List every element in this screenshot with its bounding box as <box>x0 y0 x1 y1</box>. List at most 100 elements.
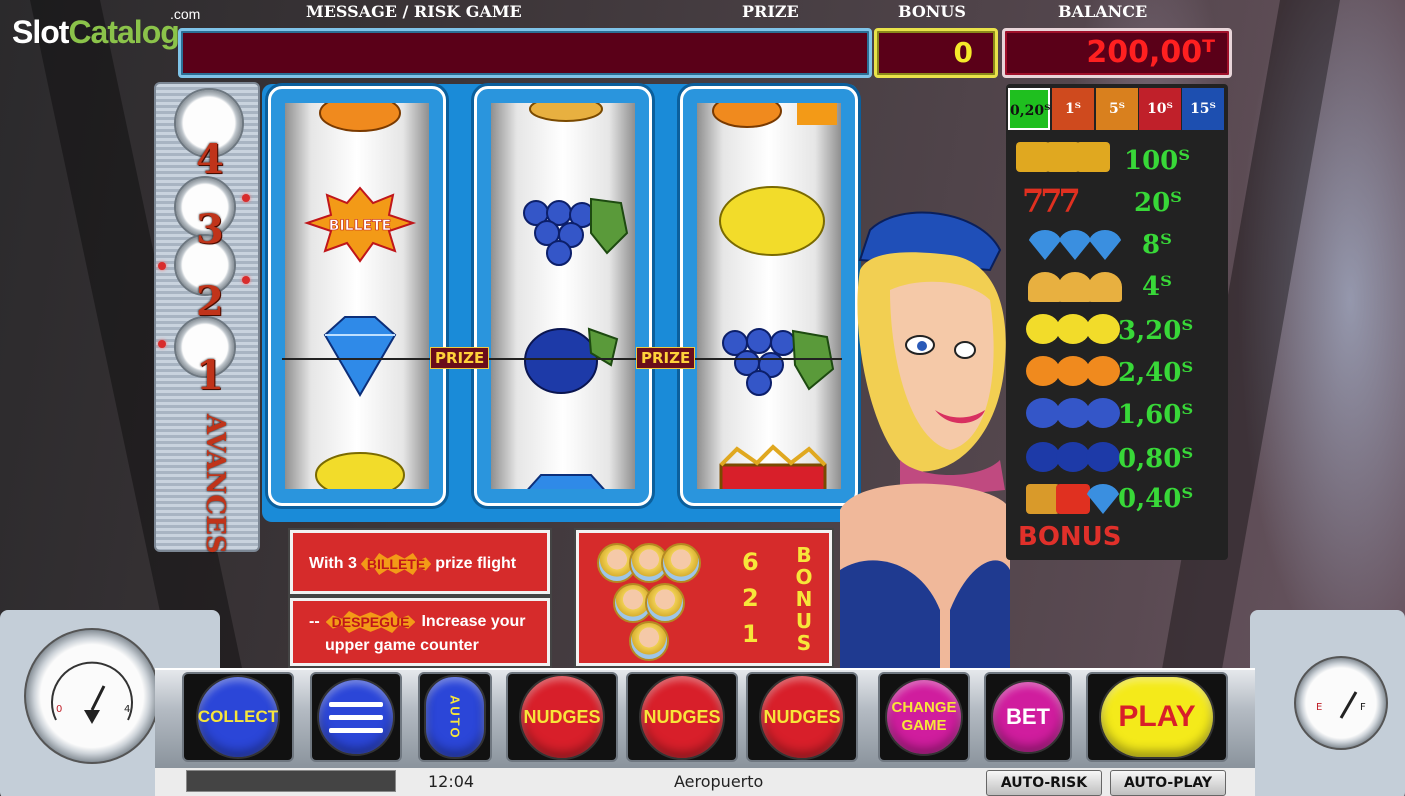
clock-time: 12:04 <box>428 772 475 791</box>
change-game-frame: CHANGE GAME <box>878 672 970 762</box>
stake-1[interactable]: 1ᵀ <box>1052 88 1094 130</box>
bonus-label: BONUS <box>898 2 966 21</box>
nudges-button-2[interactable]: NUDGES <box>639 674 725 760</box>
reel-3-symbols <box>712 103 837 489</box>
menu-button-frame <box>310 672 402 762</box>
reel-2-symbols <box>523 103 629 489</box>
lamp-icon <box>242 276 250 284</box>
prize-label: PRIZE <box>742 2 799 21</box>
payout-crown: 100ᵀ <box>1124 146 1191 176</box>
bonus-count-1: 1 <box>742 620 759 648</box>
stewardess-face-icon <box>629 621 669 661</box>
grapes-icon <box>1016 398 1128 434</box>
payout-diamond: 8ᵀ <box>1142 230 1172 260</box>
paytable-bonus-label: BONUS <box>1018 522 1122 552</box>
bell-icon <box>1016 272 1128 308</box>
billete-info-box: With 3 BILLETE prize flight <box>290 530 550 594</box>
advance-number-4: 4 <box>196 136 224 183</box>
crown-icon <box>1016 142 1128 178</box>
svg-text:E: E <box>1316 702 1322 713</box>
nudges-2-frame: NUDGES <box>626 672 738 762</box>
billete-text: BILLETE <box>329 218 391 234</box>
lamp-icon <box>158 340 166 348</box>
prize-tag-right: PRIZE <box>636 347 696 369</box>
info-line1-prefix: With 3 <box>309 555 357 572</box>
bonus-display: 0 <box>874 28 998 78</box>
bet-button[interactable]: BET <box>991 680 1065 754</box>
auto-button[interactable]: AUTO <box>424 675 486 759</box>
info-line2-sub: upper game counter <box>325 637 479 654</box>
lemon-icon <box>315 452 405 489</box>
bell-icon <box>529 103 603 122</box>
nudges-1-frame: NUDGES <box>506 672 618 762</box>
bonus-count-2: 2 <box>742 584 759 612</box>
lemon-icon <box>1016 314 1128 350</box>
auto-play-button[interactable]: AUTO-PLAY <box>1110 770 1226 796</box>
stake-0-20[interactable]: 0,20ᵀ <box>1008 88 1050 130</box>
lamp-icon <box>242 194 250 202</box>
diamond-icon <box>323 316 397 397</box>
advance-number-1: 1 <box>196 352 224 399</box>
balance-label: BALANCE <box>1058 2 1148 21</box>
message-label: MESSAGE / RISK GAME <box>306 2 522 21</box>
mixed-icon <box>1016 484 1128 520</box>
advances-panel: 4 3 2 1 AVANCES <box>154 82 260 554</box>
reel-1[interactable]: BILLETE <box>268 86 446 506</box>
payout-bell: 4ᵀ <box>1142 272 1172 302</box>
hamburger-menu-icon <box>329 701 383 707</box>
menu-button[interactable] <box>317 678 395 756</box>
billete-burst-icon: BILLETE <box>360 553 432 575</box>
speedometer-gauge-icon: 0 4 <box>24 628 160 764</box>
grapes-icon <box>722 328 835 396</box>
change-game-button[interactable]: CHANGE GAME <box>885 678 963 756</box>
reel-1-symbols: BILLETE <box>303 103 417 489</box>
payout-plum: 0,80ᵀ <box>1118 444 1194 474</box>
bet-button-frame: BET <box>984 672 1072 762</box>
message-display <box>178 28 872 78</box>
play-button[interactable]: PLAY <box>1099 675 1215 759</box>
collect-button-frame: COLLECT <box>182 672 294 762</box>
orange-icon <box>319 103 401 132</box>
info-line2-prefix: -- <box>309 613 320 630</box>
reel-3[interactable] <box>680 86 858 506</box>
lemon-icon <box>719 186 825 256</box>
orange-icon <box>1016 356 1128 392</box>
plum-icon <box>524 328 598 394</box>
stewardess-face-icon <box>645 583 685 623</box>
diamond-icon <box>1016 230 1128 266</box>
balance-display: 200,00ᵀ <box>1002 28 1232 78</box>
nudges-button-1[interactable]: NUDGES <box>519 674 605 760</box>
orange-icon <box>712 103 782 128</box>
nudges-3-frame: NUDGES <box>746 672 858 762</box>
progress-bar <box>186 770 396 792</box>
despegue-info-box: -- DESPEGUE Increase your upper game cou… <box>290 598 550 666</box>
diamond-icon <box>527 474 605 489</box>
reel-2[interactable] <box>474 86 652 506</box>
auto-button-frame: AUTO <box>418 672 492 762</box>
lamp-icon <box>158 262 166 270</box>
info-line1-suffix: prize flight <box>435 555 517 572</box>
payout-orange: 2,40ᵀ <box>1118 358 1194 388</box>
plum-icon <box>1016 442 1128 478</box>
paytable: 0,20ᵀ 1ᵀ 5ᵀ 10ᵀ 15ᵀ 100ᵀ 777 20ᵀ 8ᵀ 4ᵀ 3… <box>1006 84 1228 560</box>
payout-lemon: 3,20ᵀ <box>1118 316 1194 346</box>
payout-mixed: 0,40ᵀ <box>1118 484 1194 514</box>
payline <box>282 358 842 360</box>
collect-button[interactable]: COLLECT <box>196 675 280 759</box>
stake-10[interactable]: 10ᵀ <box>1139 88 1181 130</box>
avances-label: AVANCES <box>200 414 230 554</box>
despegue-burst-icon: DESPEGUE <box>325 611 416 633</box>
info-line2-suffix: Increase your <box>421 613 526 630</box>
prize-tag-left: PRIZE <box>430 347 490 369</box>
payout-seven: 20ᵀ <box>1134 188 1183 218</box>
auto-risk-button[interactable]: AUTO-RISK <box>986 770 1102 796</box>
grapes-icon <box>523 197 629 266</box>
advance-number-3: 3 <box>196 206 224 253</box>
nudges-button-3[interactable]: NUDGES <box>759 674 845 760</box>
stake-5[interactable]: 5ᵀ <box>1096 88 1138 130</box>
game-name: Aeropuerto <box>674 772 764 791</box>
stake-15[interactable]: 15ᵀ <box>1182 88 1224 130</box>
fuel-gauge-icon: E F <box>1294 656 1388 750</box>
payout-grapes: 1,60ᵀ <box>1118 400 1194 430</box>
svg-text:0: 0 <box>56 704 62 715</box>
